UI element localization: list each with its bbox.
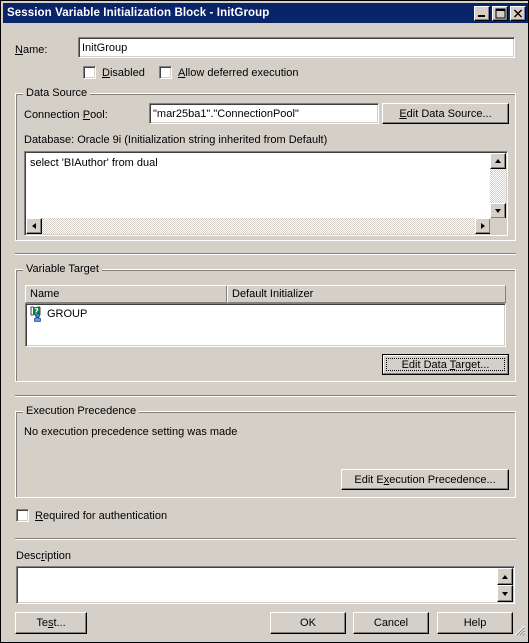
scrollbar-corner xyxy=(490,218,506,234)
scroll-right-arrow[interactable] xyxy=(475,218,491,234)
name-input-value: InitGroup xyxy=(82,41,128,54)
database-info-label: Database: Oracle 9i (Initialization stri… xyxy=(24,134,328,146)
required-for-auth-label: Required for authentication xyxy=(35,509,168,522)
sql-editor[interactable]: select 'BIAuthor' from dual xyxy=(24,151,508,236)
edit-data-target-button-label: Edit Data Target... xyxy=(401,358,490,371)
allow-deferred-checkbox-label: Allow deferred execution xyxy=(178,66,299,79)
title-bar[interactable]: Session Variable Initialization Block - … xyxy=(3,3,528,23)
cancel-button[interactable]: Cancel xyxy=(353,612,429,634)
scroll-up-arrow[interactable] xyxy=(490,153,506,169)
session-variable-icon: ? xyxy=(29,306,45,322)
separator-2 xyxy=(15,395,516,397)
dialog-window: Session Variable Initialization Block - … xyxy=(0,0,529,643)
name-input[interactable]: InitGroup xyxy=(78,37,515,58)
name-label: Name: xyxy=(15,44,48,56)
edit-execution-precedence-button-label: Edit Execution Precedence... xyxy=(354,473,496,486)
help-button-label: Help xyxy=(463,617,487,629)
cancel-button-label: Cancel xyxy=(373,617,409,629)
help-button[interactable]: Help xyxy=(437,612,513,634)
connection-pool-value: "mar25ba1"."ConnectionPool" xyxy=(153,107,299,120)
table-row[interactable]: ? GROUP xyxy=(29,306,87,322)
execution-precedence-status: No execution precedence setting was made xyxy=(24,426,238,438)
edit-data-source-button[interactable]: Edit Data Source... xyxy=(382,103,509,124)
connection-pool-field[interactable]: "mar25ba1"."ConnectionPool" xyxy=(149,103,379,124)
resize-grip-icon[interactable] xyxy=(512,623,526,640)
data-source-group-title: Data Source xyxy=(23,88,91,99)
window-title: Session Variable Initialization Block - … xyxy=(7,7,270,19)
maximize-icon[interactable] xyxy=(492,5,508,21)
required-for-authentication-checkbox[interactable]: Required for authentication xyxy=(16,509,167,522)
column-header-default-initializer[interactable]: Default Initializer xyxy=(227,285,506,303)
connection-pool-label: Connection Pool: xyxy=(24,109,108,121)
allow-deferred-execution-checkbox[interactable]: Allow deferred execution xyxy=(159,66,298,79)
ok-button-label: OK xyxy=(300,617,316,629)
disabled-checkbox-box[interactable] xyxy=(83,66,96,79)
separator-1 xyxy=(15,253,516,255)
required-for-auth-checkbox-box[interactable] xyxy=(16,509,29,522)
sql-editor-text: select 'BIAuthor' from dual xyxy=(30,157,158,169)
column-header-name[interactable]: Name xyxy=(25,285,227,303)
execution-precedence-group-title: Execution Precedence xyxy=(23,406,140,417)
variable-target-group-title: Variable Target xyxy=(23,264,102,275)
edit-execution-precedence-button[interactable]: Edit Execution Precedence... xyxy=(341,469,509,490)
test-button[interactable]: Test... xyxy=(15,612,87,634)
variable-target-table-header: Name Default Initializer xyxy=(25,285,506,303)
scroll-left-arrow[interactable] xyxy=(26,218,42,234)
description-scroll-down-arrow[interactable] xyxy=(497,585,513,602)
sql-horizontal-scrollbar[interactable] xyxy=(26,218,491,234)
table-row-name: GROUP xyxy=(47,308,88,320)
edit-data-target-button[interactable]: Edit Data Target... xyxy=(382,354,509,375)
test-button-label: Test... xyxy=(36,617,66,629)
close-icon[interactable] xyxy=(510,5,526,21)
allow-deferred-checkbox-box[interactable] xyxy=(159,66,172,79)
disabled-checkbox-label: Disabled xyxy=(102,66,145,79)
minimize-icon[interactable] xyxy=(474,5,490,21)
edit-data-source-button-label: Edit Data Source... xyxy=(399,107,492,120)
disabled-checkbox[interactable]: Disabled xyxy=(83,66,145,79)
description-scroll-up-arrow[interactable] xyxy=(497,568,513,585)
separator-3 xyxy=(15,538,516,540)
ok-button[interactable]: OK xyxy=(270,612,346,634)
description-label: Description xyxy=(16,550,72,562)
variable-target-list[interactable]: ? GROUP xyxy=(25,303,506,347)
description-input[interactable] xyxy=(16,566,515,604)
scroll-down-arrow[interactable] xyxy=(490,203,506,219)
